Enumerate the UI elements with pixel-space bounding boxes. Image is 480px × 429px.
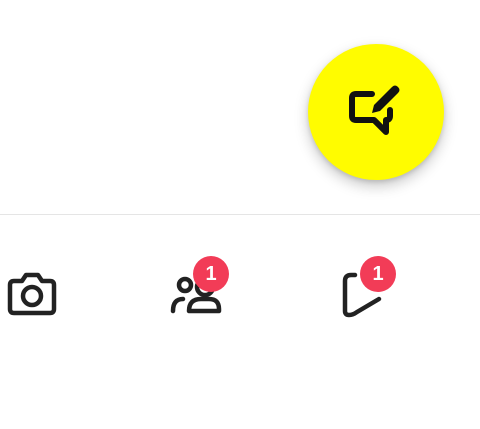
- camera-icon: [7, 272, 57, 316]
- stories-notification-badge: 1: [360, 256, 396, 292]
- nav-camera[interactable]: [0, 265, 64, 325]
- friends-notification-badge: 1: [193, 256, 229, 292]
- new-chat-icon: [349, 85, 400, 135]
- new-chat-button[interactable]: [308, 44, 444, 180]
- bottom-nav-bar: [0, 215, 480, 429]
